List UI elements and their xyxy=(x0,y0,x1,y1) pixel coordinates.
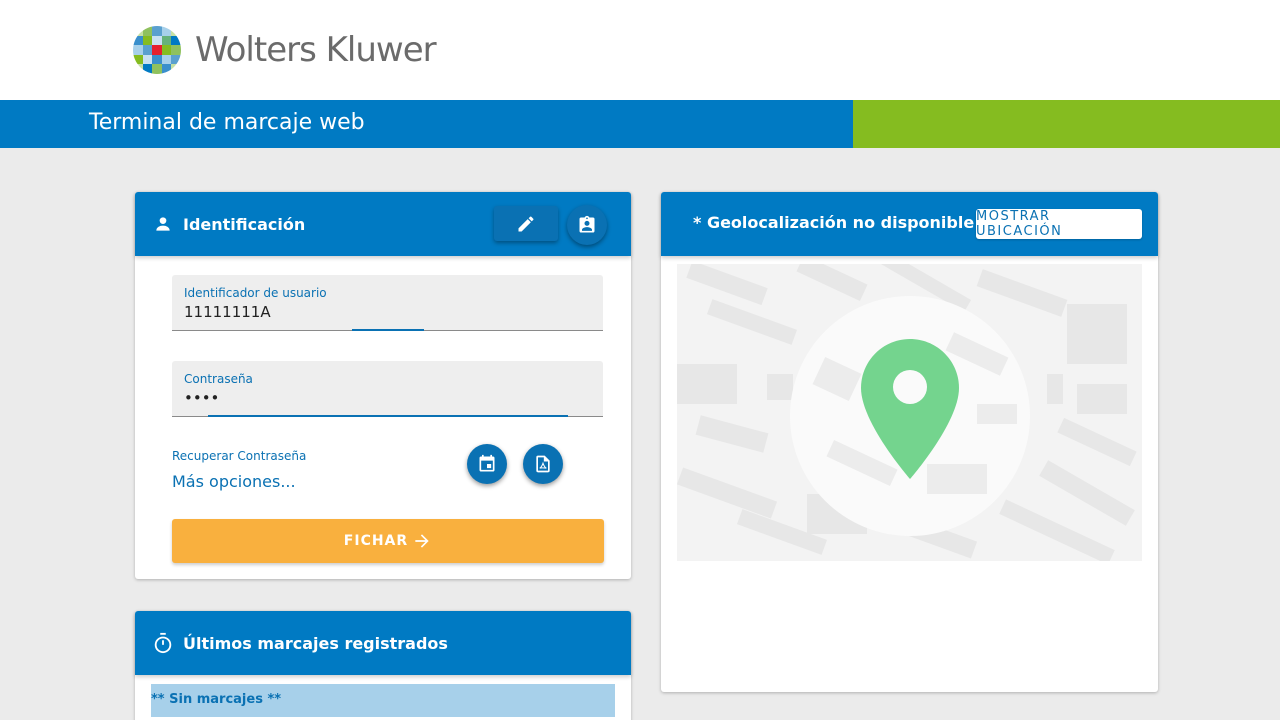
logo-mark-icon xyxy=(133,26,181,74)
password-label: Contraseña xyxy=(184,372,253,386)
empty-punches-row: ** Sin marcajes ** xyxy=(151,684,615,717)
identification-header: Identificación xyxy=(135,192,631,256)
recover-password-link[interactable]: Recuperar Contraseña xyxy=(172,449,306,463)
fichar-button[interactable]: FICHAR xyxy=(172,519,604,563)
assignment-ind-icon xyxy=(579,215,595,233)
edit-button[interactable] xyxy=(494,206,558,241)
calendar-button[interactable] xyxy=(467,444,507,484)
geolocation-card: * Geolocalización no disponible * MOSTRA… xyxy=(661,192,1158,692)
show-location-button[interactable]: MOSTRAR UBICACIÓN xyxy=(976,209,1142,239)
recent-punches-title: Últimos marcajes registrados xyxy=(183,633,448,653)
recent-punches-card: Últimos marcajes registrados ** Sin marc… xyxy=(135,611,631,720)
title-band: Terminal de marcaje web xyxy=(0,100,1280,148)
map-pin-icon xyxy=(861,339,959,479)
user-id-field[interactable]: Identificador de usuario xyxy=(172,275,603,331)
person-icon xyxy=(151,212,175,236)
map-placeholder xyxy=(677,264,1142,561)
user-id-label: Identificador de usuario xyxy=(184,286,327,300)
geolocation-title: * Geolocalización no disponible * xyxy=(693,213,989,232)
password-input[interactable] xyxy=(184,389,584,407)
badge-button[interactable] xyxy=(567,205,607,245)
wolters-kluwer-logo: Wolters Kluwer xyxy=(133,26,437,74)
pdf-file-icon xyxy=(536,455,550,473)
pdf-button[interactable] xyxy=(523,444,563,484)
identification-title: Identificación xyxy=(183,214,306,234)
geolocation-header: * Geolocalización no disponible * MOSTRA… xyxy=(661,192,1158,256)
page-title: Terminal de marcaje web xyxy=(89,110,365,135)
stopwatch-icon xyxy=(151,631,175,655)
calendar-event-icon xyxy=(479,454,495,472)
top-bar: Wolters Kluwer xyxy=(0,0,1280,100)
pencil-icon xyxy=(518,215,534,231)
user-id-input[interactable] xyxy=(184,303,584,321)
password-field[interactable]: Contraseña xyxy=(172,361,603,417)
logo-text: Wolters Kluwer xyxy=(195,30,437,70)
more-options-link[interactable]: Más opciones... xyxy=(172,472,296,491)
identification-card: Identificación Identificador de usuario … xyxy=(135,192,631,579)
fichar-label: FICHAR xyxy=(343,533,409,549)
arrow-right-icon xyxy=(415,534,429,548)
recent-punches-header: Últimos marcajes registrados xyxy=(135,611,631,675)
